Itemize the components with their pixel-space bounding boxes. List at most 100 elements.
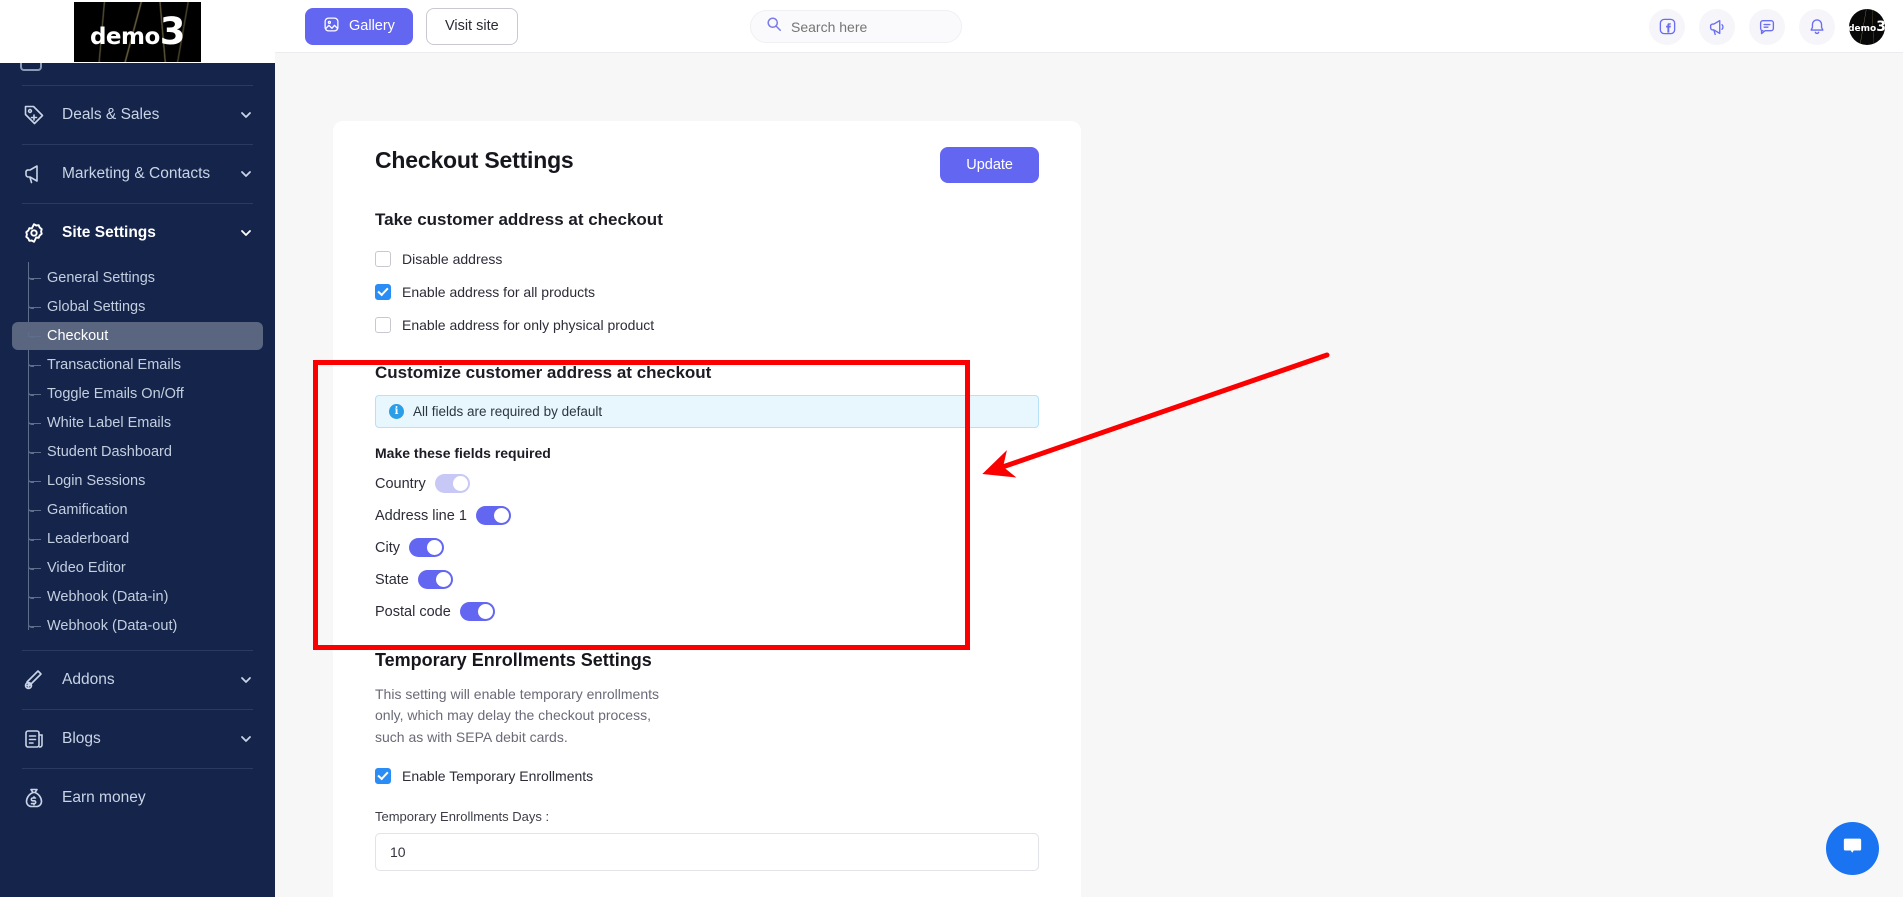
sidebar-item-gamification[interactable]: Gamification (12, 496, 263, 524)
enable-temporary-enrollments-row[interactable]: Enable Temporary Enrollments (375, 767, 1039, 784)
temporary-enrollments-title: Temporary Enrollments Settings (375, 650, 652, 670)
sidebar-item-checkout[interactable]: Checkout (12, 322, 263, 350)
sidebar-item-label: General Settings (47, 270, 156, 286)
search-container (750, 10, 962, 43)
toggle-knob (435, 572, 451, 587)
address-option-checkbox[interactable] (375, 251, 391, 267)
avatar-label: demo 3 (1849, 19, 1885, 35)
search-box[interactable] (750, 10, 962, 43)
search-input[interactable] (791, 18, 946, 35)
sidebar-item-label: White Label Emails (47, 415, 172, 431)
required-field-toggle[interactable] (408, 538, 444, 557)
required-field-toggle[interactable] (417, 570, 453, 589)
sidebar-group-label: Blogs (62, 729, 101, 747)
submenu-tick (28, 535, 41, 541)
chevron-down-icon[interactable] (239, 167, 253, 181)
sidebar-item-label: Gamification (47, 502, 128, 518)
sidebar-item-leaderboard[interactable]: Leaderboard (12, 525, 263, 553)
sidebar-group-earn-money[interactable]: Earn money (0, 769, 275, 827)
required-field-row[interactable]: Country (375, 474, 1039, 493)
required-field-toggle[interactable] (459, 602, 495, 621)
chevron-down-icon[interactable] (239, 226, 253, 240)
sidebar-item-label: Webhook (Data-in) (47, 589, 169, 605)
address-option-row[interactable]: Enable address for all products (375, 284, 1039, 300)
sidebar-item-video-editor[interactable]: Video Editor (12, 554, 263, 582)
sidebar-item-label: Student Dashboard (47, 444, 172, 460)
logo-word: demo (89, 24, 160, 50)
brand-logo[interactable]: demo 3 (0, 0, 275, 63)
sidebar-group-deals-and-sales[interactable]: Deals & Sales (0, 86, 275, 144)
sidebar-item-general-settings[interactable]: General Settings (12, 264, 263, 292)
sidebar-group-blogs[interactable]: Blogs (0, 710, 275, 768)
sidebar-item-label: Transactional Emails (47, 357, 182, 373)
required-fields-title: Make these fields required (375, 445, 551, 461)
required-field-row[interactable]: State (375, 570, 1039, 589)
sidebar-item-partial-above[interactable] (0, 63, 275, 85)
required-field-toggle[interactable] (434, 474, 470, 493)
chat-icon[interactable] (1749, 8, 1785, 45)
checkout-settings-card: Checkout Settings Update Take customer a… (333, 121, 1081, 897)
gallery-button-label: Gallery (349, 18, 395, 34)
chevron-down-icon[interactable] (239, 108, 253, 122)
sidebar-group-label: Site Settings (62, 223, 156, 241)
address-option-checkbox[interactable] (375, 284, 391, 300)
required-field-row[interactable]: Postal code (375, 602, 1039, 621)
info-banner-text: All fields are required by default (413, 404, 603, 419)
logo-image: demo 3 (74, 1, 201, 62)
sidebar-item-webhook-data-out[interactable]: Webhook (Data-out) (12, 612, 263, 640)
submenu-tick (28, 622, 41, 628)
sidebar-group-label: Earn money (62, 788, 146, 806)
sidebar-item-label: Global Settings (47, 299, 146, 315)
sidebar-group-marketing-and-contacts[interactable]: Marketing & Contacts (0, 145, 275, 203)
sidebar-group-site-settings[interactable]: Site Settings (0, 204, 275, 262)
sidebar-item-student-dashboard[interactable]: Student Dashboard (12, 438, 263, 466)
visit-site-button[interactable]: Visit site (425, 7, 518, 45)
sidebar-item-transactional-emails[interactable]: Transactional Emails (12, 351, 263, 379)
sidebar-item-webhook-data-in[interactable]: Webhook (Data-in) (12, 583, 263, 611)
required-field-row[interactable]: Address line 1 (375, 506, 1039, 525)
main-content: Checkout Settings Update Take customer a… (275, 53, 1903, 897)
required-field-label: Country (375, 475, 426, 492)
chevron-down-icon[interactable] (239, 732, 253, 746)
sidebar-item-label: Leaderboard (47, 531, 130, 547)
search-icon (766, 16, 782, 37)
facebook-icon[interactable] (1649, 8, 1685, 45)
bell-icon[interactable] (1799, 8, 1835, 45)
submenu-tick (28, 593, 41, 599)
sidebar-item-white-label-emails[interactable]: White Label Emails (12, 409, 263, 437)
sidebar: demo 3 Deals & Sales Marketing & Contact… (0, 0, 275, 897)
header-actions: demo 3 (1649, 0, 1885, 53)
required-field-label: Postal code (375, 603, 451, 620)
chat-launcher-button[interactable] (1826, 822, 1879, 875)
required-field-row[interactable]: City (375, 538, 1039, 557)
sidebar-group-addons[interactable]: Addons (0, 651, 275, 709)
sidebar-item-global-settings[interactable]: Global Settings (12, 293, 263, 321)
sidebar-item-label: Webhook (Data-out) (47, 618, 178, 634)
address-option-checkbox[interactable] (375, 317, 391, 333)
money-bag-icon (22, 786, 46, 810)
sidebar-item-login-sessions[interactable]: Login Sessions (12, 467, 263, 495)
address-option-row[interactable]: Disable address (375, 251, 1039, 267)
sidebar-nav[interactable]: Deals & Sales Marketing & Contacts Site … (0, 63, 275, 897)
info-banner: i All fields are required by default (375, 395, 1039, 428)
address-option-row[interactable]: Enable address for only physical product (375, 317, 1039, 333)
submenu-tick (28, 506, 41, 512)
megaphone-icon[interactable] (1699, 8, 1735, 45)
sidebar-item-toggle-emails-on-off[interactable]: Toggle Emails On/Off (12, 380, 263, 408)
update-button[interactable]: Update (940, 147, 1039, 183)
required-field-label: Address line 1 (375, 507, 467, 524)
temporary-enrollments-days-input[interactable] (375, 832, 1039, 871)
address-section-title: Take customer address at checkout (375, 210, 663, 229)
required-field-toggle[interactable] (475, 506, 511, 525)
logo-wordmark: demo 3 (89, 13, 186, 50)
gallery-button[interactable]: Gallery (305, 7, 413, 45)
avatar-word: demo (1849, 23, 1877, 34)
avatar[interactable]: demo 3 (1849, 8, 1885, 45)
avatar-number: 3 (1876, 18, 1885, 35)
submenu-tick (28, 332, 41, 338)
toggle-knob (493, 508, 509, 523)
chevron-down-icon[interactable] (239, 673, 253, 687)
sidebar-item-label: Video Editor (47, 560, 126, 576)
enable-temporary-enrollments-checkbox[interactable] (375, 767, 391, 784)
gallery-icon (323, 16, 340, 37)
